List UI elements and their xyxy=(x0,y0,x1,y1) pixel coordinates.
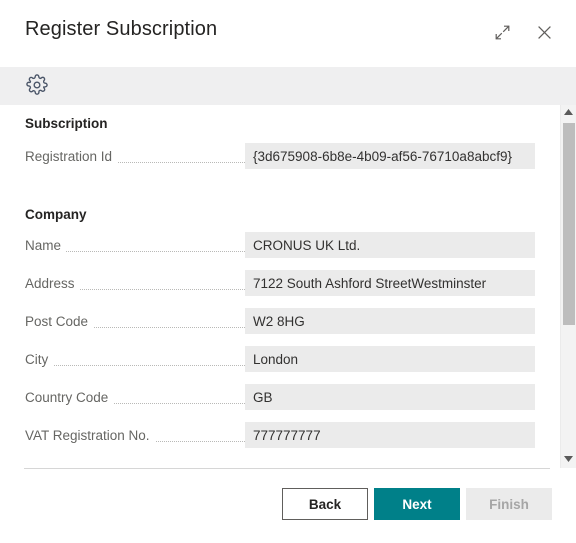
field-input[interactable]: 777777777 xyxy=(245,422,535,448)
field-input[interactable]: GB xyxy=(245,384,535,410)
field-row: Registration Id {3d675908-6b8e-4b09-af56-… xyxy=(0,143,576,169)
field-input[interactable]: 7122 South Ashford StreetWestminster xyxy=(245,270,535,296)
caret-up-icon xyxy=(564,109,573,117)
field-label: Country Code xyxy=(25,389,114,405)
form-content: Subscription Registration Id {3d675908-6b8… xyxy=(0,105,576,468)
expand-button[interactable] xyxy=(486,16,518,48)
scroll-up-button[interactable] xyxy=(561,105,576,121)
field-row: Address 7122 South Ashford StreetWestmins… xyxy=(0,270,576,296)
field-input[interactable]: London xyxy=(245,346,535,372)
field-label: City xyxy=(25,351,54,367)
scrollbar-track[interactable] xyxy=(561,121,576,452)
scroll-down-button[interactable] xyxy=(561,452,576,468)
field-label: Registration Id xyxy=(25,148,118,164)
close-button[interactable] xyxy=(528,16,560,48)
field-input[interactable]: W2 8HG xyxy=(245,308,535,334)
field-label: VAT Registration No. xyxy=(25,427,155,443)
gear-icon xyxy=(26,73,48,99)
dialog-toolbar xyxy=(0,67,576,105)
next-button[interactable]: Next xyxy=(374,488,460,520)
page-title: Register Subscription xyxy=(25,18,218,40)
back-button[interactable]: Back xyxy=(282,488,368,520)
field-row: Post Code W2 8HG xyxy=(0,308,576,334)
field-input[interactable]: {3d675908-6b8e-4b09-af56-76710a8abcf9} xyxy=(245,143,535,169)
field-row: City London xyxy=(0,346,576,372)
field-row: Name CRONUS UK Ltd. xyxy=(0,232,576,258)
group-title-company: Company xyxy=(25,207,87,222)
wizard-navigation-buttons: Back Next Finish xyxy=(282,488,552,520)
field-label: Post Code xyxy=(25,313,94,329)
dot-leader xyxy=(25,365,245,366)
vertical-scrollbar[interactable] xyxy=(560,105,576,468)
dialog-footer: Back Next Finish xyxy=(0,468,576,543)
footer-divider xyxy=(24,468,550,469)
finish-button: Finish xyxy=(466,488,552,520)
titlebar-actions xyxy=(486,16,560,48)
close-icon xyxy=(536,24,553,41)
scrollbar-thumb[interactable] xyxy=(562,123,575,325)
dialog-titlebar: Register Subscription xyxy=(0,0,576,67)
group-title-subscription: Subscription xyxy=(25,116,108,131)
field-row: VAT Registration No. 777777777 xyxy=(0,422,576,448)
field-label: Address xyxy=(25,275,80,291)
dialog-content-area: Subscription Registration Id {3d675908-6b8… xyxy=(0,105,576,468)
caret-down-icon xyxy=(564,456,573,464)
field-input[interactable]: CRONUS UK Ltd. xyxy=(245,232,535,258)
expand-diagonal-icon xyxy=(494,24,511,41)
field-row: Country Code GB xyxy=(0,384,576,410)
register-subscription-dialog: Register Subscription Subscription Regis… xyxy=(0,0,576,543)
field-label: Name xyxy=(25,237,67,253)
settings-button[interactable] xyxy=(22,71,52,101)
